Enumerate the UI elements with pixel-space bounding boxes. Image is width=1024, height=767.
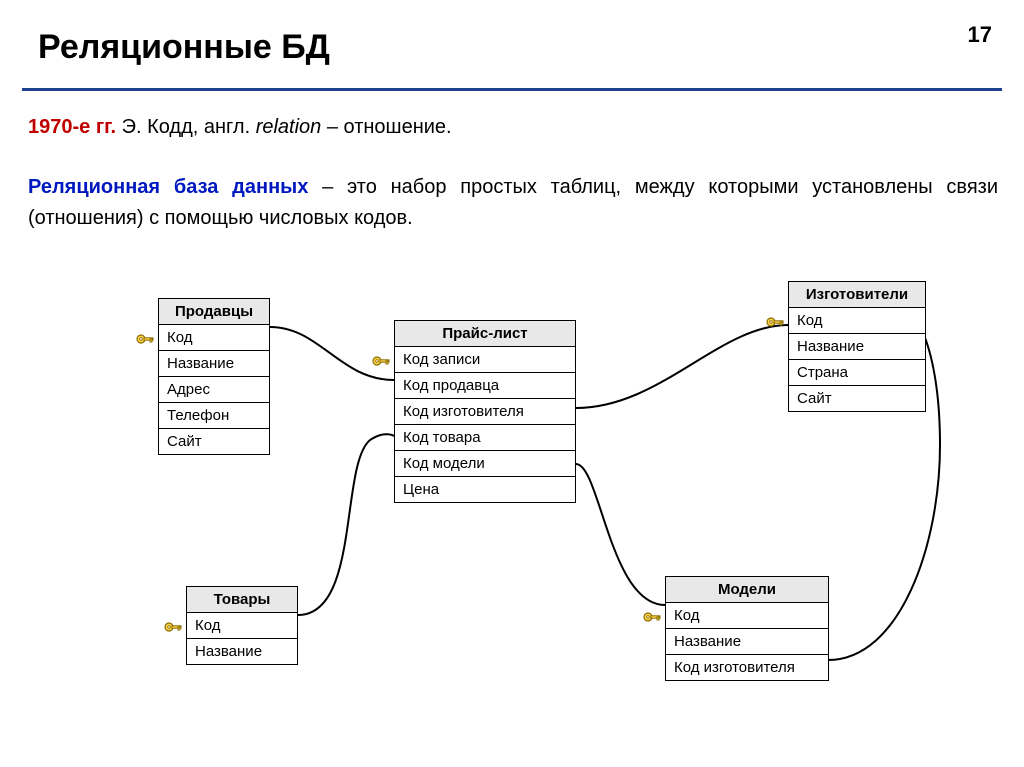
entity-sellers: Продавцы Код Название Адрес Телефон Сайт [158, 298, 270, 455]
entity-models-row-1: Название [666, 629, 828, 655]
entity-pricelist-row-5: Цена [395, 477, 575, 502]
entity-goods-header: Товары [187, 587, 297, 613]
year-prefix: 1970-е гг. [28, 116, 116, 138]
entity-sellers-row-4: Сайт [159, 429, 269, 454]
entity-manufacturers-row-2: Страна [789, 360, 925, 386]
entity-sellers-row-0: Код [159, 325, 269, 351]
entity-pricelist-row-1: Код продавца [395, 373, 575, 399]
entity-models-row-0: Код [666, 603, 828, 629]
entity-models-row-2: Код изготовителя [666, 655, 828, 680]
key-icon [643, 610, 663, 622]
page-number: 17 [968, 22, 992, 48]
slide-title: Реляционные БД [38, 28, 330, 67]
intro-italic: relation [256, 116, 322, 138]
entity-pricelist-row-4: Код модели [395, 451, 575, 477]
key-icon [766, 315, 786, 327]
entity-pricelist: Прайс-лист Код записи Код продавца Код и… [394, 320, 576, 503]
title-underline [22, 88, 1002, 91]
entity-goods-row-0: Код [187, 613, 297, 639]
entity-manufacturers: Изготовители Код Название Страна Сайт [788, 281, 926, 412]
entity-goods-row-1: Название [187, 639, 297, 664]
entity-pricelist-header: Прайс-лист [395, 321, 575, 347]
er-diagram: Продавцы Код Название Адрес Телефон Сайт… [0, 265, 1024, 765]
entity-sellers-row-3: Телефон [159, 403, 269, 429]
entity-sellers-row-1: Название [159, 351, 269, 377]
intro-text: 1970-е гг. Э. Кодд, англ. relation – отн… [28, 116, 452, 139]
key-icon [164, 620, 184, 632]
entity-sellers-header: Продавцы [159, 299, 269, 325]
entity-manufacturers-row-3: Сайт [789, 386, 925, 411]
entity-pricelist-row-2: Код изготовителя [395, 399, 575, 425]
entity-pricelist-row-0: Код записи [395, 347, 575, 373]
key-icon [136, 332, 156, 344]
entity-manufacturers-header: Изготовители [789, 282, 925, 308]
definition-term: Реляционная база данных [28, 176, 308, 198]
intro-after: – отношение. [321, 116, 451, 138]
entity-manufacturers-row-1: Название [789, 334, 925, 360]
key-icon [372, 354, 392, 366]
definition-text: Реляционная база данных – это набор прос… [28, 172, 998, 234]
entity-manufacturers-row-0: Код [789, 308, 925, 334]
entity-goods: Товары Код Название [186, 586, 298, 665]
entity-models: Модели Код Название Код изготовителя [665, 576, 829, 681]
entity-pricelist-row-3: Код товара [395, 425, 575, 451]
intro-author: Э. Кодд, англ. [116, 116, 256, 138]
entity-sellers-row-2: Адрес [159, 377, 269, 403]
entity-models-header: Модели [666, 577, 828, 603]
